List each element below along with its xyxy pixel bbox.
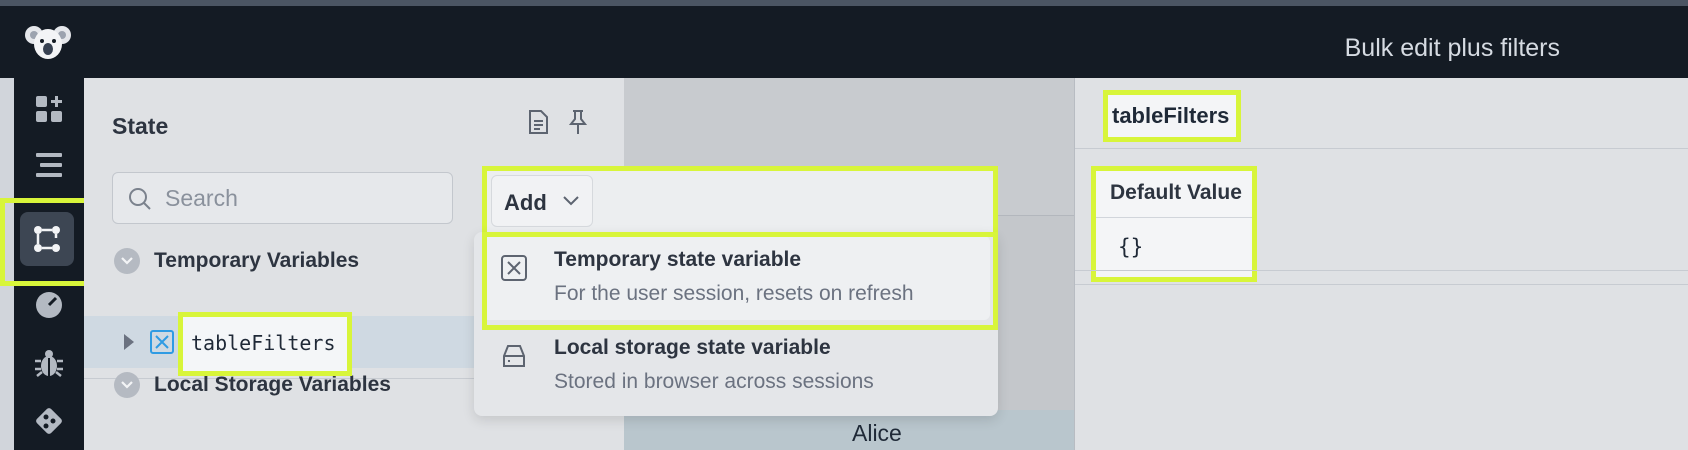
state-graph-icon[interactable] — [20, 212, 74, 266]
divider — [1075, 270, 1688, 271]
table-cell: Alice — [624, 410, 1074, 450]
top-bar: Bulk edit plus filters — [0, 6, 1688, 78]
chevron-down-icon — [114, 372, 140, 398]
default-value-label: Default Value — [1110, 181, 1242, 204]
storage-icon — [500, 342, 528, 370]
table-cell-text: Alice — [852, 420, 902, 446]
menu-item-temporary-state[interactable]: Temporary state variable For the user se… — [482, 236, 990, 320]
icon-rail — [14, 78, 84, 450]
default-value-highlight: Default Value {} — [1091, 166, 1257, 282]
menu-item-title: Temporary state variable — [554, 248, 802, 271]
bug-icon[interactable] — [32, 346, 66, 380]
menu-item-title: Local storage state variable — [554, 336, 831, 359]
detail-variable-name: tableFilters — [1112, 103, 1230, 128]
page-title: Bulk edit plus filters — [1344, 34, 1560, 62]
local-storage-label: Local Storage Variables — [154, 373, 391, 396]
add-button-label: Add — [504, 190, 547, 215]
variable-name-highlight[interactable]: tableFilters — [178, 312, 352, 376]
state-panel-title: State — [112, 113, 169, 139]
variable-name: tableFilters — [191, 331, 336, 355]
git-icon[interactable] — [32, 404, 66, 438]
list-icon[interactable] — [32, 148, 66, 182]
background-editor-edge — [0, 78, 14, 450]
expand-caret-icon[interactable] — [124, 334, 134, 350]
detail-panel: tableFilters Default Value {} — [1074, 78, 1688, 450]
variable-icon — [150, 330, 174, 354]
add-component-icon[interactable] — [32, 92, 66, 126]
search-input[interactable] — [165, 183, 445, 213]
menu-item-description: For the user session, resets on refresh — [554, 282, 914, 305]
detail-name-highlight[interactable]: tableFilters — [1103, 90, 1241, 142]
koala-logo-icon[interactable] — [24, 22, 72, 62]
menu-item-local-storage[interactable]: Local storage state variable Stored in b… — [482, 324, 990, 408]
divider — [1075, 284, 1688, 285]
divider — [1096, 217, 1252, 218]
temporary-variables-label: Temporary Variables — [154, 249, 360, 272]
add-button[interactable]: Add — [491, 175, 593, 227]
divider — [1075, 148, 1688, 149]
default-value-input[interactable]: {} — [1118, 235, 1143, 259]
variable-icon — [500, 254, 528, 282]
temporary-variables-section[interactable]: Temporary Variables — [114, 248, 359, 274]
chevron-down-icon — [114, 248, 140, 274]
document-icon[interactable] — [524, 108, 552, 136]
pin-icon[interactable] — [564, 108, 592, 136]
search-icon — [129, 188, 151, 210]
search-field[interactable] — [112, 172, 453, 224]
chevron-down-icon — [563, 196, 579, 206]
gauge-icon[interactable] — [32, 288, 66, 322]
add-dropdown-menu: Temporary state variable For the user se… — [474, 232, 998, 416]
menu-item-description: Stored in browser across sessions — [554, 370, 874, 393]
